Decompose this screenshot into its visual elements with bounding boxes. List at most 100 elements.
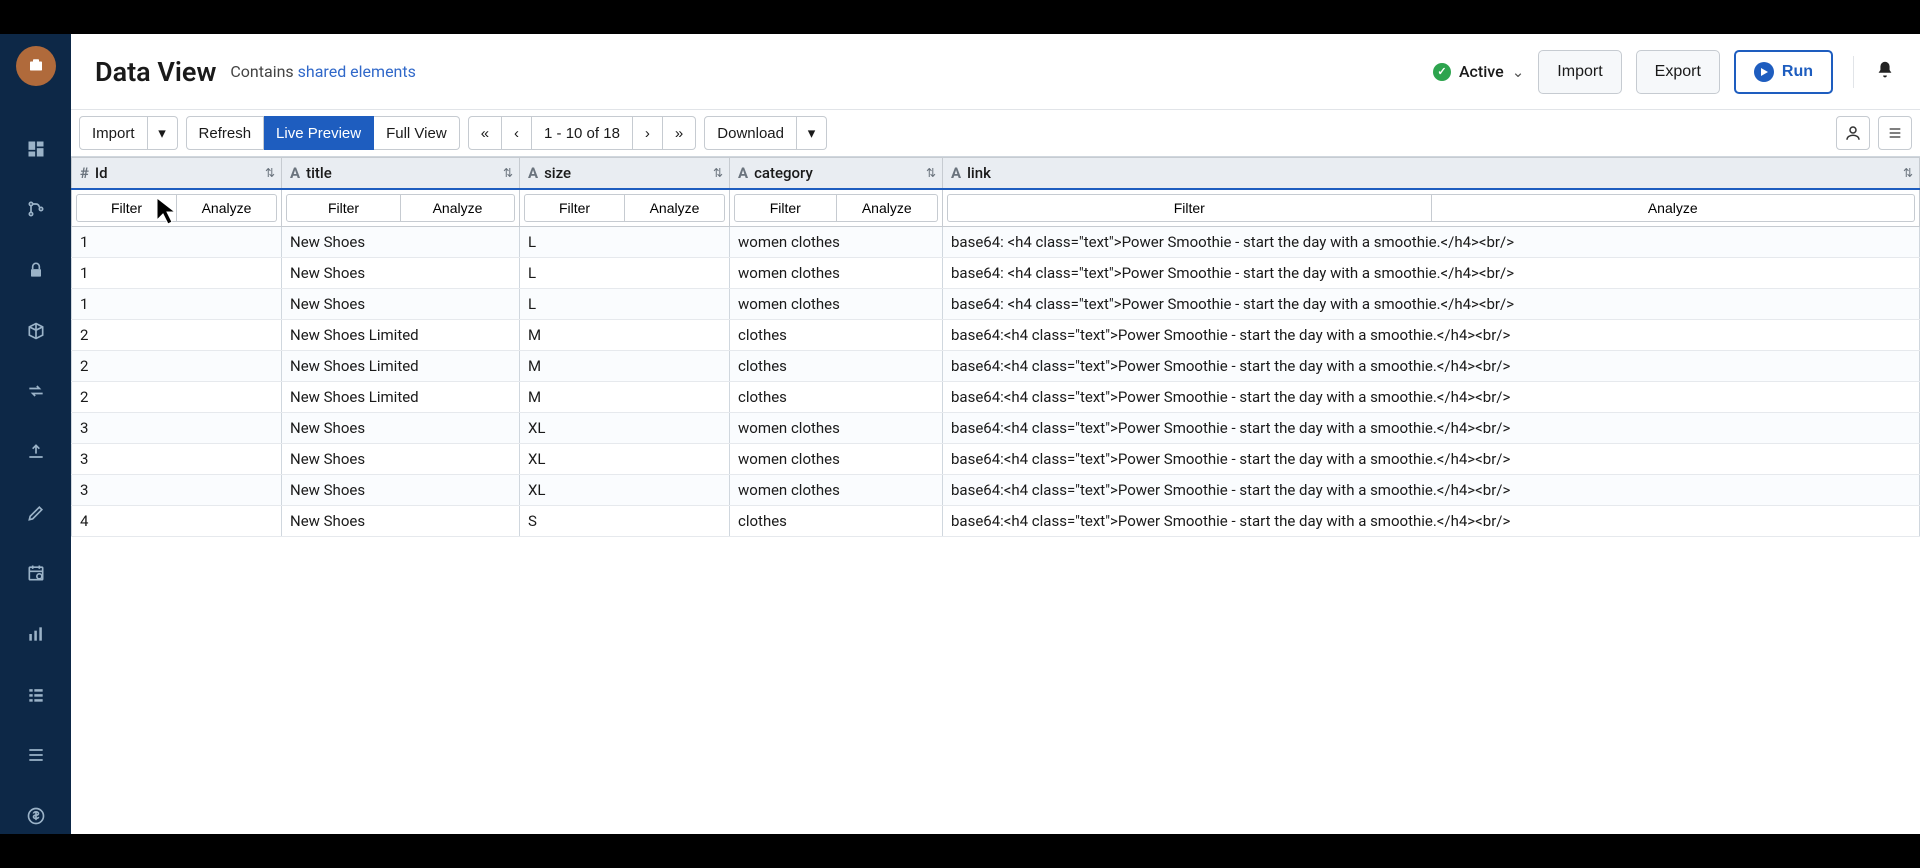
cell-size: S — [520, 506, 730, 537]
nav-dashboard-icon[interactable] — [18, 131, 54, 167]
nav-lock-icon[interactable] — [18, 252, 54, 288]
analyze-button-Id[interactable]: Analyze — [177, 194, 277, 222]
notifications-icon[interactable] — [1874, 59, 1896, 85]
table-row[interactable]: 2New Shoes LimitedMclothesbase64:<h4 cla… — [72, 320, 1920, 351]
sort-icon: ⇅ — [265, 166, 275, 180]
filter-button-category[interactable]: Filter — [734, 194, 837, 222]
nav-swap-icon[interactable] — [18, 373, 54, 409]
toolbar: Import ▾ Refresh Live Preview Full View … — [71, 110, 1920, 156]
sort-icon: ⇅ — [926, 166, 936, 180]
cell-category: clothes — [730, 351, 943, 382]
cell-size: XL — [520, 444, 730, 475]
download-button[interactable]: Download — [704, 116, 797, 150]
toolbar-import-menu[interactable]: ▾ — [148, 116, 178, 150]
nav-upload-icon[interactable] — [18, 434, 54, 470]
filter-button-size[interactable]: Filter — [524, 194, 625, 222]
cell-title: New Shoes Limited — [282, 351, 520, 382]
page-title: Data View — [95, 56, 216, 88]
cell-id: 1 — [72, 258, 282, 289]
page-info: 1 - 10 of 18 — [532, 116, 633, 150]
nav-edit-icon[interactable] — [18, 495, 54, 531]
cell-id: 2 — [72, 351, 282, 382]
live-preview-tab[interactable]: Live Preview — [264, 116, 374, 150]
cell-link: base64:<h4 class="text">Power Smoothie -… — [943, 413, 1920, 444]
nav-chart-icon[interactable] — [18, 616, 54, 652]
column-header-title[interactable]: Atitle⇅ — [282, 158, 520, 190]
cell-link: base64:<h4 class="text">Power Smoothie -… — [943, 475, 1920, 506]
page-last-button[interactable]: » — [663, 116, 696, 150]
filter-button-link[interactable]: Filter — [947, 194, 1432, 222]
nav-dollar-icon[interactable] — [18, 798, 54, 834]
refresh-button[interactable]: Refresh — [186, 116, 265, 150]
table-row[interactable]: 3New ShoesXLwomen clothesbase64:<h4 clas… — [72, 444, 1920, 475]
analyze-button-title[interactable]: Analyze — [401, 194, 515, 222]
cell-category: women clothes — [730, 475, 943, 506]
text-type-icon: A — [951, 164, 961, 182]
cell-category: women clothes — [730, 227, 943, 258]
cell-id: 3 — [72, 475, 282, 506]
nav-branch-icon[interactable] — [18, 191, 54, 227]
cell-id: 4 — [72, 506, 282, 537]
page-next-button[interactable]: › — [633, 116, 663, 150]
table-row[interactable]: 3New ShoesXLwomen clothesbase64:<h4 clas… — [72, 475, 1920, 506]
sort-icon: ⇅ — [503, 166, 513, 180]
play-icon — [1754, 62, 1774, 82]
cell-category: women clothes — [730, 289, 943, 320]
text-type-icon: A — [528, 164, 538, 182]
header-export-button[interactable]: Export — [1636, 50, 1720, 94]
nav-cube-icon[interactable] — [18, 313, 54, 349]
cell-title: New Shoes Limited — [282, 320, 520, 351]
filter-button-title[interactable]: Filter — [286, 194, 401, 222]
nav-menu-icon[interactable] — [18, 738, 54, 774]
page-prev-button[interactable]: ‹ — [502, 116, 532, 150]
table-row[interactable]: 1New ShoesLwomen clothesbase64: <h4 clas… — [72, 289, 1920, 320]
cell-title: New Shoes — [282, 444, 520, 475]
analyze-button-category[interactable]: Analyze — [837, 194, 939, 222]
cell-category: women clothes — [730, 258, 943, 289]
cell-size: M — [520, 351, 730, 382]
run-button[interactable]: Run — [1734, 50, 1833, 94]
table-row[interactable]: 4New ShoesSclothesbase64:<h4 class="text… — [72, 506, 1920, 537]
table-row[interactable]: 2New Shoes LimitedMclothesbase64:<h4 cla… — [72, 382, 1920, 413]
shared-elements-link[interactable]: shared elements — [298, 62, 416, 81]
full-view-tab[interactable]: Full View — [374, 116, 460, 150]
hamburger-icon-button[interactable] — [1878, 116, 1912, 150]
page-subtitle: Contains shared elements — [230, 62, 416, 81]
data-grid: #Id⇅Atitle⇅Asize⇅Acategory⇅Alink⇅ Filter… — [71, 156, 1920, 834]
chevron-down-icon: ⌄ — [1512, 63, 1525, 81]
cell-title: New Shoes — [282, 289, 520, 320]
user-icon-button[interactable] — [1836, 116, 1870, 150]
sort-icon: ⇅ — [1903, 166, 1913, 180]
nav-list-icon[interactable] — [18, 677, 54, 713]
cell-size: XL — [520, 475, 730, 506]
cell-link: base64:<h4 class="text">Power Smoothie -… — [943, 506, 1920, 537]
cell-link: base64:<h4 class="text">Power Smoothie -… — [943, 320, 1920, 351]
column-header-Id[interactable]: #Id⇅ — [72, 158, 282, 190]
table-row[interactable]: 3New ShoesXLwomen clothesbase64:<h4 clas… — [72, 413, 1920, 444]
filter-button-Id[interactable]: Filter — [76, 194, 177, 222]
page-first-button[interactable]: « — [468, 116, 502, 150]
cell-category: clothes — [730, 506, 943, 537]
column-header-link[interactable]: Alink⇅ — [943, 158, 1920, 190]
text-type-icon: A — [738, 164, 748, 182]
toolbar-import-button[interactable]: Import — [79, 116, 148, 150]
table-row[interactable]: 2New Shoes LimitedMclothesbase64:<h4 cla… — [72, 351, 1920, 382]
status-check-icon: ✓ — [1433, 63, 1451, 81]
table-row[interactable]: 1New ShoesLwomen clothesbase64: <h4 clas… — [72, 227, 1920, 258]
cell-title: New Shoes — [282, 227, 520, 258]
cell-category: women clothes — [730, 413, 943, 444]
column-header-size[interactable]: Asize⇅ — [520, 158, 730, 190]
header-import-button[interactable]: Import — [1538, 50, 1621, 94]
status-dropdown[interactable]: ✓ Active ⌄ — [1433, 62, 1524, 81]
app-logo[interactable] — [16, 46, 56, 86]
cell-link: base64: <h4 class="text">Power Smoothie … — [943, 227, 1920, 258]
cell-size: L — [520, 258, 730, 289]
cell-id: 1 — [72, 289, 282, 320]
analyze-button-link[interactable]: Analyze — [1432, 194, 1916, 222]
download-menu[interactable]: ▾ — [797, 116, 827, 150]
analyze-button-size[interactable]: Analyze — [625, 194, 725, 222]
table-row[interactable]: 1New ShoesLwomen clothesbase64: <h4 clas… — [72, 258, 1920, 289]
nav-schedule-icon[interactable] — [18, 555, 54, 591]
column-header-category[interactable]: Acategory⇅ — [730, 158, 943, 190]
cell-id: 3 — [72, 413, 282, 444]
